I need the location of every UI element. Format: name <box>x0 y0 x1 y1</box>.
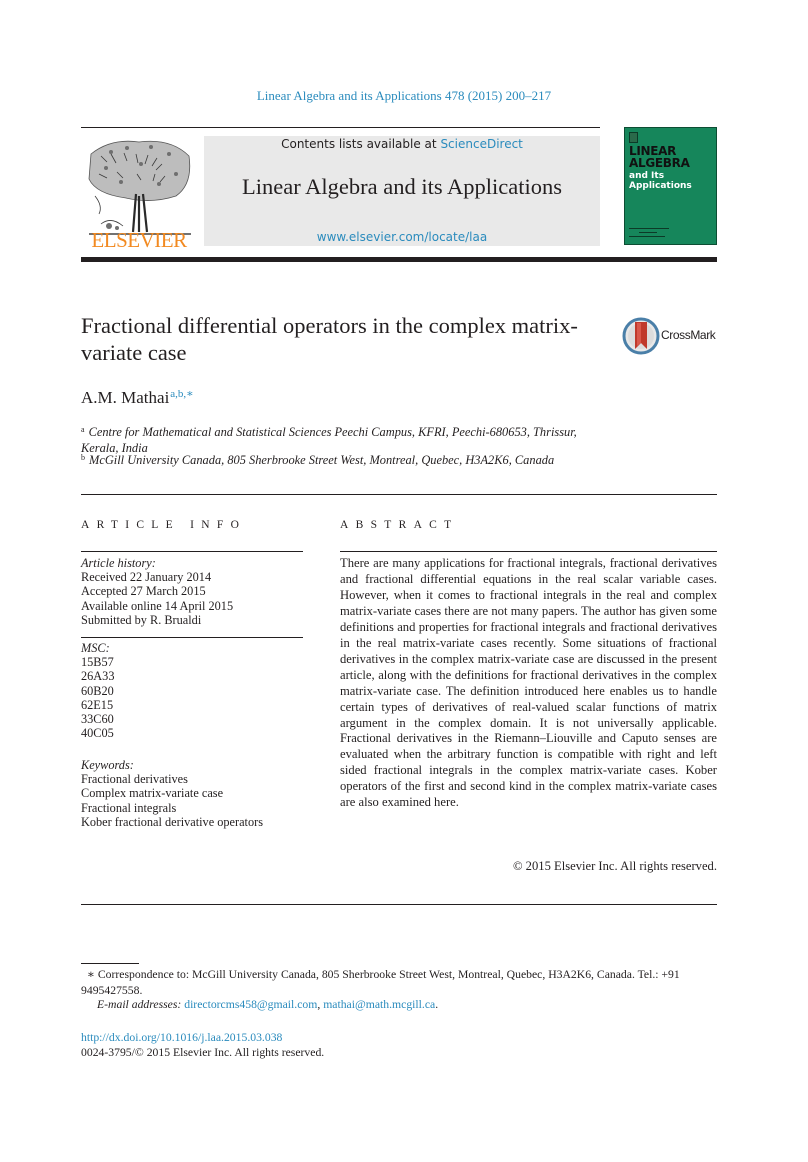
footnote-mark: ∗ <box>87 968 95 981</box>
affiliation-mark: b <box>81 453 85 462</box>
section-rule <box>81 494 717 495</box>
affiliation-text: McGill University Canada, 805 Sherbrooke… <box>89 453 555 467</box>
journal-citation-link[interactable]: Linear Algebra and its Applications 478 … <box>0 88 808 104</box>
elsevier-logo[interactable]: ELSEVIER <box>81 134 197 252</box>
msc-code: 26A33 <box>81 669 115 684</box>
abstract-rule <box>340 551 717 552</box>
email-footnote: E-mail addresses: directorcms458@gmail.c… <box>97 998 717 1011</box>
affiliation-b: b McGill University Canada, 805 Sherbrook… <box>81 450 601 469</box>
cover-fineprint <box>639 232 657 233</box>
author-line: A.M. Mathaia,b,∗ <box>81 387 194 408</box>
msc-codes: MSC: 15B57 26A33 60B20 62E15 33C60 40C05 <box>81 641 311 740</box>
sciencedirect-link[interactable]: ScienceDirect <box>440 137 522 151</box>
correspondence-footnote: ∗ Correspondence to: McGill University C… <box>81 967 721 998</box>
keyword: Fractional integrals <box>81 800 177 815</box>
cover-title: LINEAR ALGEBRA <box>629 145 690 169</box>
history-item: Received 22 January 2014 <box>81 570 212 585</box>
journal-title: Linear Algebra and its Applications <box>242 174 562 199</box>
msc-code: 60B20 <box>81 683 114 698</box>
msc-code: 15B57 <box>81 655 114 670</box>
author-affiliation-marks[interactable]: a,b,∗ <box>170 388 193 400</box>
journal-homepage-link[interactable]: www.elsevier.com/locate/laa <box>204 230 600 244</box>
article-history: Article history: Received 22 January 201… <box>81 556 311 627</box>
footnote-rule <box>81 963 139 964</box>
cover-subtitle-line: Applications <box>629 181 692 191</box>
history-item: Accepted 27 March 2015 <box>81 584 206 599</box>
contents-prefix: Contents lists available at <box>281 137 441 151</box>
msc-label: MSC: <box>81 641 110 655</box>
abstract-text: There are many applications for fraction… <box>340 556 717 810</box>
keyword: Kober fractional derivative operators <box>81 814 263 829</box>
crossmark-icon <box>622 317 660 355</box>
email-link[interactable]: directorcms458@gmail.com <box>184 998 317 1011</box>
correspondence-text: Correspondence to: McGill University Can… <box>81 968 680 997</box>
msc-code: 33C60 <box>81 712 114 727</box>
section-rule <box>81 904 717 905</box>
email-link[interactable]: mathai@math.mcgill.ca <box>323 998 435 1011</box>
publisher-crest-icon <box>629 132 638 143</box>
keyword: Complex matrix-variate case <box>81 786 224 801</box>
affiliation-mark: a <box>81 425 85 434</box>
crossmark-label[interactable]: CrossMark <box>661 328 716 342</box>
cover-fineprint <box>629 228 669 229</box>
journal-cover[interactable]: LINEAR ALGEBRA and Its Applications <box>624 127 717 245</box>
cover-subtitle: and Its Applications <box>629 171 692 191</box>
journal-masthead: Contents lists available at ScienceDirec… <box>204 136 600 246</box>
abstract-copyright: © 2015 Elsevier Inc. All rights reserved… <box>512 859 717 873</box>
keywords-label: Keywords: <box>81 758 134 772</box>
abstract-heading: ABSTRACT <box>340 519 459 531</box>
article-info-rule <box>81 551 303 552</box>
author-name[interactable]: A.M. Mathai <box>81 388 169 407</box>
email-label: E-mail addresses: <box>97 998 182 1011</box>
msc-code: 40C05 <box>81 726 114 741</box>
header-thick-rule <box>81 257 717 262</box>
doi-link[interactable]: http://dx.doi.org/10.1016/j.laa.2015.03.… <box>81 1031 282 1044</box>
cover-fineprint <box>629 236 665 237</box>
history-label: Article history: <box>81 556 156 570</box>
email-end: . <box>435 998 439 1011</box>
history-item: Submitted by R. Brualdi <box>81 612 202 627</box>
header-rule <box>81 127 600 128</box>
msc-code: 62E15 <box>81 697 114 712</box>
history-item: Available online 14 April 2015 <box>81 598 234 613</box>
article-info-heading: ARTICLE INFO <box>81 519 247 531</box>
publisher-name: ELSEVIER <box>91 228 187 252</box>
cover-subtitle-line: and Its <box>629 171 665 181</box>
article-info-rule <box>81 637 303 638</box>
article-title: Fractional differential operators in the… <box>81 313 578 365</box>
issn-copyright: 0024-3795/© 2015 Elsevier Inc. All right… <box>81 1046 325 1059</box>
contents-line: Contents lists available at ScienceDirec… <box>204 137 600 151</box>
keyword: Fractional derivatives <box>81 772 188 787</box>
cover-title-line: ALGEBRA <box>629 156 690 170</box>
keywords: Keywords: Fractional derivatives Complex… <box>81 758 311 829</box>
